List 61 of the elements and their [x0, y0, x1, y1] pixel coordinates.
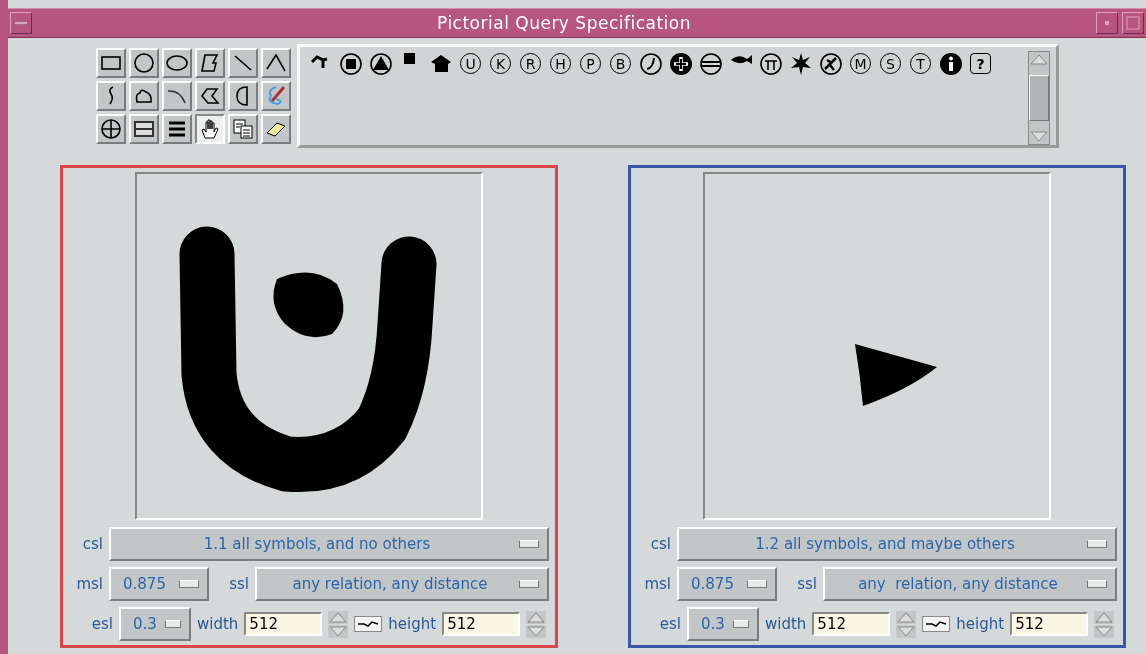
maximize-button[interactable]: [1122, 12, 1144, 34]
ringsquare-symbol-icon[interactable]: [338, 51, 363, 76]
up-arrow-icon: [527, 611, 546, 623]
crosshair-icon: [99, 117, 123, 141]
link-icon: [356, 620, 381, 628]
field-label: esl: [658, 615, 681, 633]
field-label: msl: [643, 575, 671, 593]
field-label: height: [956, 615, 1005, 633]
bars-symbol-icon[interactable]: [698, 51, 723, 76]
squiggle-icon: [106, 86, 116, 106]
window-menu-button[interactable]: [10, 12, 32, 34]
esl-dropdown[interactable]: 0.3: [119, 607, 191, 641]
up-arrow-icon: [897, 611, 916, 623]
esl-dropdown[interactable]: 0.3: [687, 607, 759, 641]
sketch-canvas[interactable]: [703, 172, 1051, 520]
maximize-icon: [1126, 16, 1140, 30]
gate-symbol-icon[interactable]: [758, 51, 783, 76]
down-arrow-icon: [1030, 131, 1048, 142]
field-label: csl: [81, 535, 103, 553]
field-label: msl: [75, 575, 103, 593]
menu-icon: [14, 21, 28, 25]
field-label: width: [197, 615, 239, 633]
tool-button[interactable]: [195, 114, 225, 144]
field-label: csl: [649, 535, 671, 553]
down-arrow-icon: [329, 625, 348, 637]
height-field[interactable]: 512: [442, 612, 521, 636]
ringtriangle-symbol-icon[interactable]: [368, 51, 393, 76]
ssl-dropdown[interactable]: any relation, any distance: [255, 567, 549, 601]
info-symbol-icon[interactable]: [938, 51, 963, 76]
up-arrow-icon: [329, 611, 348, 623]
minimize-button[interactable]: [1096, 12, 1118, 34]
down-arrow-icon: [527, 625, 546, 637]
field-label: width: [765, 615, 807, 633]
link-button[interactable]: [922, 616, 951, 632]
width-field[interactable]: 512: [244, 612, 323, 636]
copy-icon: [231, 117, 255, 141]
sketch-canvas[interactable]: [135, 172, 483, 520]
window-title: Pictorial Query Specification: [436, 13, 692, 33]
field-label: height: [388, 615, 437, 633]
msl-dropdown[interactable]: 0.875: [109, 567, 209, 601]
scrollbar[interactable]: [1028, 51, 1050, 145]
width-field[interactable]: 512: [812, 612, 891, 636]
field-label: ssl: [796, 575, 817, 593]
symbol-button[interactable]: ?: [970, 53, 991, 74]
up-arrow-icon: [1030, 54, 1048, 65]
field-label: ssl: [228, 575, 249, 593]
up-arrow-icon: [1095, 611, 1114, 623]
cross-symbol-icon[interactable]: [668, 51, 693, 76]
down-arrow-icon: [1095, 625, 1114, 637]
csl-dropdown[interactable]: 1.1 all symbols, and no others: [109, 527, 549, 561]
csl-dropdown[interactable]: 1.2 all symbols, and maybe others: [677, 527, 1117, 561]
height-field[interactable]: 512: [1010, 612, 1089, 636]
msl-dropdown[interactable]: 0.875: [677, 567, 777, 601]
circle-icon: [132, 51, 156, 75]
ssl-dropdown[interactable]: any relation, any distance: [823, 567, 1117, 601]
field-label: esl: [90, 615, 113, 633]
link-button[interactable]: [354, 616, 383, 632]
minimize-icon: [1105, 21, 1109, 25]
down-arrow-icon: [897, 625, 916, 637]
phone-symbol-icon[interactable]: [638, 51, 663, 76]
link-icon: [924, 620, 949, 628]
